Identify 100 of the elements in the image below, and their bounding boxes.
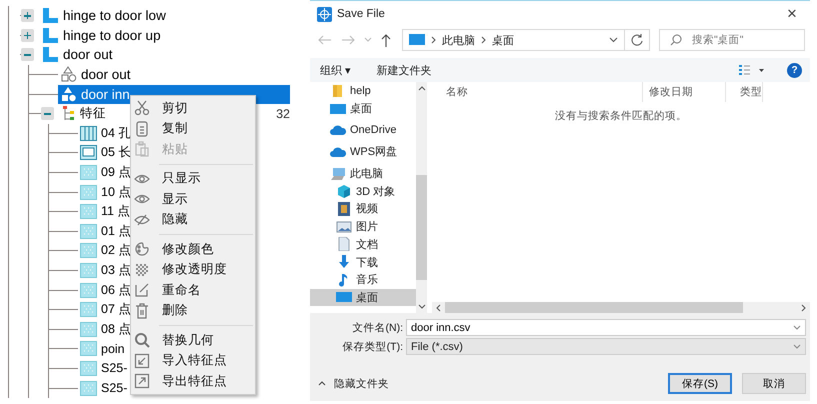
tree-item[interactable]: 03 点 bbox=[78, 261, 134, 280]
chevron-right-icon bbox=[481, 36, 486, 44]
cancel-button[interactable]: 取消 bbox=[742, 373, 806, 394]
menu-item[interactable]: 替换几何 bbox=[131, 330, 255, 350]
save-button[interactable]: 保存(S) bbox=[668, 373, 732, 394]
nav-item[interactable]: 视频 bbox=[310, 200, 416, 218]
trash-icon bbox=[134, 302, 150, 319]
tree-item[interactable]: door out bbox=[40, 45, 115, 64]
nav-item[interactable]: 图片 bbox=[310, 218, 416, 236]
menu-item[interactable]: 显示 bbox=[131, 189, 255, 210]
search-field[interactable]: 搜索"桌面" bbox=[659, 29, 805, 51]
tree-item[interactable]: 08 点 bbox=[78, 320, 134, 339]
dotted-square-icon bbox=[80, 224, 97, 239]
dotted-square-icon bbox=[80, 302, 97, 318]
menu-item[interactable]: 修改透明度 bbox=[131, 260, 255, 280]
tree-item[interactable]: door out bbox=[58, 65, 133, 84]
column-header[interactable]: 类型 bbox=[726, 82, 763, 102]
shapes-icon bbox=[60, 66, 77, 84]
nav-item[interactable]: 3D 对象 bbox=[310, 182, 416, 200]
new-folder-button[interactable]: 新建文件夹 bbox=[372, 62, 436, 78]
tree-item[interactable]: poin bbox=[78, 339, 127, 358]
scrollbar-thumb[interactable] bbox=[445, 302, 743, 313]
monitor-icon bbox=[330, 102, 346, 116]
tree-item[interactable]: 09 点 bbox=[78, 163, 134, 182]
menu-item[interactable]: 导入特征点 bbox=[131, 350, 255, 371]
import-icon bbox=[134, 352, 150, 369]
tree-item[interactable]: 02 点 bbox=[78, 241, 134, 260]
expand-icon[interactable] bbox=[21, 28, 34, 42]
chevron-down-icon[interactable] bbox=[608, 37, 618, 43]
nav-item[interactable]: 音乐 bbox=[310, 270, 416, 289]
tree-item[interactable]: 11 点 bbox=[78, 202, 132, 222]
nav-item[interactable]: help bbox=[310, 82, 416, 100]
monitor-icon bbox=[336, 290, 352, 304]
tree-item[interactable]: 04 孔 bbox=[78, 124, 134, 143]
filetype-dropdown[interactable]: File (*.csv) bbox=[406, 338, 806, 355]
nav-item[interactable]: OneDrive bbox=[310, 121, 416, 140]
breadcrumb[interactable]: 桌面 bbox=[492, 32, 514, 48]
tree-item[interactable]: hinge to door low bbox=[40, 6, 168, 26]
tree-item[interactable]: S25- bbox=[78, 358, 130, 378]
hierarchy-icon bbox=[62, 106, 76, 122]
nav-item[interactable]: 下载 bbox=[310, 253, 416, 271]
chevron-down-icon[interactable] bbox=[793, 325, 801, 330]
menu-item[interactable]: 重命名 bbox=[131, 280, 255, 300]
tree-item[interactable]: 06 点 bbox=[78, 280, 134, 300]
tree-item[interactable]: 05 长 bbox=[78, 143, 134, 162]
field-label: 文件名(N): bbox=[352, 320, 404, 334]
dotted-square-icon bbox=[80, 380, 97, 396]
filename-input[interactable]: door inn.csv bbox=[411, 322, 793, 334]
document-icon bbox=[336, 237, 352, 252]
chevron-down-icon bbox=[793, 344, 801, 349]
nav-item[interactable]: 桌面 bbox=[310, 288, 416, 306]
nav-item[interactable]: 此电脑 bbox=[310, 164, 416, 182]
chevron-up-icon bbox=[318, 381, 326, 386]
view-options-icon[interactable] bbox=[739, 65, 765, 75]
collapse-icon[interactable] bbox=[41, 107, 54, 120]
menu-item[interactable]: 删除 bbox=[131, 300, 255, 321]
breadcrumb[interactable]: 此电脑 bbox=[442, 32, 475, 48]
refresh-button[interactable] bbox=[624, 29, 650, 51]
nav-item[interactable]: 文档 bbox=[310, 236, 416, 254]
column-header[interactable]: 名称 bbox=[432, 82, 643, 102]
collapse-icon[interactable] bbox=[21, 48, 34, 62]
nav-item[interactable]: 桌面 bbox=[310, 100, 416, 118]
help-button[interactable]: ? bbox=[787, 62, 802, 78]
search-input[interactable]: 搜索"桌面" bbox=[690, 33, 804, 47]
organize-menu[interactable]: 组织 ▾ bbox=[316, 62, 355, 78]
square-icon bbox=[80, 145, 97, 160]
chevron-right-icon bbox=[431, 36, 436, 44]
window-title: Save File bbox=[337, 8, 385, 20]
menu-item[interactable]: 只显示 bbox=[131, 168, 255, 189]
scroll-up-icon[interactable] bbox=[418, 86, 426, 91]
close-button[interactable]: × bbox=[774, 4, 810, 24]
hide-folders-toggle[interactable]: 隐藏文件夹 bbox=[310, 376, 395, 392]
scroll-right-icon[interactable] bbox=[801, 304, 806, 312]
search-icon bbox=[670, 34, 682, 46]
menu-item[interactable]: 修改颜色 bbox=[131, 239, 255, 260]
dotted-square-icon bbox=[80, 204, 97, 220]
filename-field[interactable]: door inn.csv bbox=[406, 319, 806, 336]
up-arrow-icon[interactable] bbox=[381, 34, 391, 46]
menu-item[interactable]: 隐藏 bbox=[131, 210, 255, 230]
menu-item[interactable]: 导出特征点 bbox=[131, 371, 255, 392]
field-label: 保存类型(T): bbox=[342, 340, 404, 354]
scrollbar-thumb[interactable] bbox=[416, 175, 427, 280]
tree-item[interactable]: hinge to door up bbox=[40, 26, 163, 45]
nav-item[interactable]: WPS网盘 bbox=[310, 143, 416, 161]
dotted-square-icon bbox=[80, 341, 97, 356]
dotted-square-icon bbox=[80, 184, 97, 200]
tree-item[interactable]: 07 点 bbox=[78, 300, 134, 320]
dotted-square-icon bbox=[80, 263, 97, 278]
film-icon bbox=[336, 202, 352, 216]
column-header[interactable]: 修改日期 bbox=[643, 82, 726, 102]
address-bar[interactable]: 此电脑 桌面 bbox=[402, 29, 625, 51]
tree-item[interactable]: S25- bbox=[78, 378, 130, 398]
tree-item[interactable]: 10 点 bbox=[78, 182, 134, 202]
expand-icon[interactable] bbox=[21, 9, 34, 22]
monitor-icon bbox=[409, 34, 425, 46]
tree-item[interactable]: 01 点 bbox=[78, 222, 134, 241]
scroll-down-icon[interactable] bbox=[418, 304, 426, 309]
scroll-left-icon[interactable] bbox=[436, 304, 441, 312]
menu-item[interactable]: 复制 bbox=[131, 118, 255, 139]
tree-item[interactable]: 特征 bbox=[60, 104, 108, 124]
